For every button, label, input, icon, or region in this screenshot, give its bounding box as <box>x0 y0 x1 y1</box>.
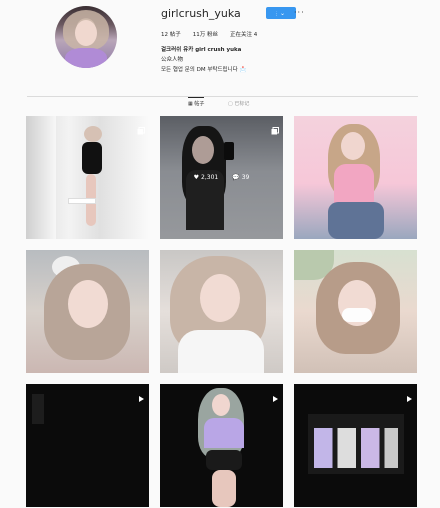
purple-top-shape <box>204 418 244 448</box>
bio-category: 公众人物 <box>161 57 184 63</box>
likes-count: 2,301 <box>201 174 219 181</box>
username: girlcrush_yuka <box>161 7 241 20</box>
avatar-outfit <box>65 48 107 68</box>
multi-photo-icon <box>271 120 279 135</box>
post-tile[interactable] <box>26 250 149 373</box>
multi-photo-icon <box>137 120 145 135</box>
mask-shape <box>342 308 372 322</box>
stool-shape <box>68 198 96 204</box>
comments-stat: 💬 39 <box>232 174 249 181</box>
face-shape <box>68 280 108 328</box>
face-shape <box>341 132 365 160</box>
bodysuit-shape <box>82 142 102 174</box>
dancers-shape <box>314 428 398 468</box>
avatar-face <box>75 20 97 46</box>
pink-top-shape <box>334 164 374 204</box>
curtain-shape <box>26 116 56 239</box>
bio-title: 걸크러쉬 유카 girl crush yuka <box>161 47 242 53</box>
likes-stat: ♥ 2,301 <box>194 174 219 181</box>
face-shape <box>212 394 230 416</box>
person-shape <box>84 126 102 142</box>
followers-count[interactable]: 11万 粉丝 <box>193 30 218 38</box>
dark-logo-shape <box>32 394 44 424</box>
post-tile[interactable] <box>294 384 417 507</box>
profile-page: girlcrush_yuka 关注 ⌄ ··· 12 帖子 11万 粉丝 正在关… <box>0 0 440 508</box>
video-icon <box>271 388 279 402</box>
post-hover-overlay: ♥ 2,301 💬 39 <box>160 116 283 239</box>
heart-icon: ♥ <box>193 174 200 181</box>
tab-posts[interactable]: ▦ 帖子 <box>188 97 205 107</box>
profile-header: girlcrush_yuka 关注 ⌄ ··· 12 帖子 11万 粉丝 正在关… <box>0 0 440 88</box>
post-tile[interactable] <box>294 116 417 239</box>
post-tile[interactable] <box>160 384 283 507</box>
avatar[interactable] <box>55 6 117 68</box>
follow-dropdown-button[interactable]: ⌄ <box>277 7 288 19</box>
post-tile[interactable]: ♥ 2,301 💬 39 <box>160 116 283 239</box>
video-icon <box>405 388 413 402</box>
face-shape <box>200 274 240 322</box>
post-tile[interactable] <box>26 116 149 239</box>
post-tile[interactable] <box>160 250 283 373</box>
chevron-down-icon: ⌄ <box>279 9 286 17</box>
comment-icon: 💬 <box>232 174 240 181</box>
tab-tagged[interactable]: ▢ 已标记 <box>228 100 249 107</box>
profile-stats: 12 帖子 11万 粉丝 正在关注 4 <box>161 30 257 38</box>
jeans-shape <box>328 202 384 239</box>
more-options-button[interactable]: ··· <box>294 8 305 17</box>
profile-bio: 걸크러쉬 유카 girl crush yuka 公众人物 모든 협업 문의 DM… <box>161 45 246 75</box>
post-tile[interactable] <box>26 384 149 507</box>
legs-shape <box>212 470 236 507</box>
post-tile[interactable] <box>294 250 417 373</box>
jacket-shape <box>178 330 264 373</box>
comments-count: 39 <box>241 174 250 181</box>
posts-count[interactable]: 12 帖子 <box>161 30 181 38</box>
tabs-divider <box>27 96 418 97</box>
following-count[interactable]: 正在关注 4 <box>230 30 257 38</box>
video-icon <box>137 388 145 402</box>
black-shorts-shape <box>206 450 242 470</box>
bio-line: 모든 협업 문의 DM 부탁드립니다 📩 <box>161 67 247 73</box>
